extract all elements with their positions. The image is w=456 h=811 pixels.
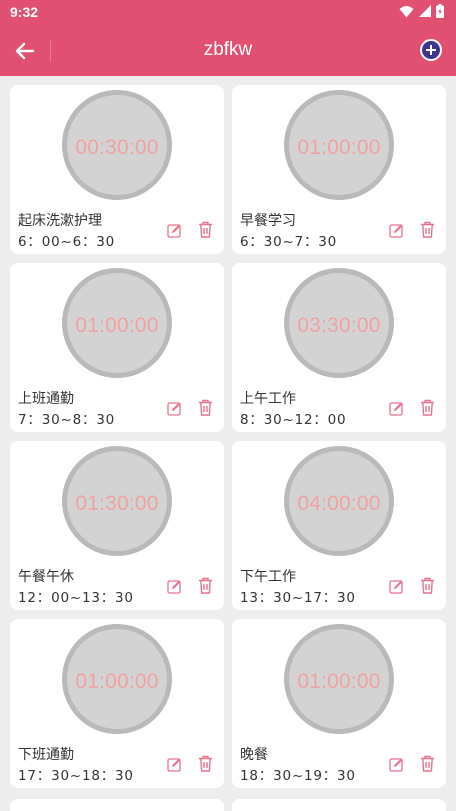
timer-dial-face: 01:00:00 — [67, 629, 167, 729]
delete-icon[interactable] — [198, 399, 213, 416]
edit-icon[interactable] — [167, 223, 182, 238]
schedule-time-range: 6：00~6：30 — [18, 234, 116, 250]
timer-dial-face: 00:30:00 — [67, 95, 167, 195]
status-icons — [399, 4, 444, 18]
edit-icon[interactable] — [167, 401, 182, 416]
schedule-card[interactable]: 01:00:00 下班通勤 17：30~18：30 — [10, 619, 224, 788]
schedule-grid: 00:30:00 起床洗漱护理 6：00~6：30 01:00:00 早餐学习 … — [10, 85, 446, 788]
signal-icon — [419, 5, 431, 17]
page-title: zbfkw — [203, 39, 253, 60]
schedule-card-partial[interactable] — [10, 799, 224, 811]
delete-icon[interactable] — [420, 755, 435, 772]
schedule-name: 上午工作 — [240, 391, 296, 407]
timer-dial-face: 03:30:00 — [289, 273, 389, 373]
schedule-card[interactable]: 01:30:00 午餐午休 12：00~13：30 — [10, 441, 224, 610]
schedule-card[interactable]: 00:30:00 起床洗漱护理 6：00~6：30 — [10, 85, 224, 254]
duration-label: 01:00:00 — [75, 314, 159, 337]
schedule-card[interactable]: 04:00:00 下午工作 13：30~17：30 — [232, 441, 446, 610]
schedule-name: 午餐午休 — [18, 569, 74, 585]
timer-dial-face: 01:00:00 — [289, 95, 389, 195]
schedule-card[interactable]: 01:00:00 早餐学习 6：30~7：30 — [232, 85, 446, 254]
edit-icon[interactable] — [389, 757, 404, 772]
delete-icon[interactable] — [420, 399, 435, 416]
timer-dial: 03:30:00 — [284, 268, 394, 378]
next-row-peek — [10, 799, 446, 811]
schedule-card[interactable]: 01:00:00 晚餐 18：30~19：30 — [232, 619, 446, 788]
schedule-name: 起床洗漱护理 — [18, 213, 102, 229]
battery-icon — [436, 4, 444, 18]
schedule-card[interactable]: 03:30:00 上午工作 8：30~12：00 — [232, 263, 446, 432]
top-app-bar: 9:32 zbfkw — [0, 0, 456, 76]
edit-icon[interactable] — [167, 757, 182, 772]
schedule-card-partial[interactable] — [232, 799, 446, 811]
schedule-time-range: 18：30~19：30 — [240, 768, 356, 784]
timer-dial-face: 01:00:00 — [67, 273, 167, 373]
schedule-time-range: 12：00~13：30 — [18, 590, 134, 606]
duration-label: 01:30:00 — [75, 492, 159, 515]
delete-icon[interactable] — [198, 755, 213, 772]
duration-label: 01:00:00 — [297, 670, 381, 693]
duration-label: 01:00:00 — [297, 136, 381, 159]
timer-dial-face: 01:30:00 — [67, 451, 167, 551]
duration-label: 03:30:00 — [297, 314, 381, 337]
schedule-time-range: 17：30~18：30 — [18, 768, 134, 784]
app-bar: zbfkw — [0, 26, 456, 76]
wifi-icon — [399, 5, 414, 17]
timer-dial: 01:00:00 — [284, 624, 394, 734]
timer-dial-face: 01:00:00 — [289, 629, 389, 729]
edit-icon[interactable] — [167, 579, 182, 594]
timer-dial: 01:00:00 — [284, 90, 394, 200]
delete-icon[interactable] — [198, 221, 213, 238]
duration-label: 00:30:00 — [75, 136, 159, 159]
status-bar: 9:32 — [0, 0, 456, 26]
delete-icon[interactable] — [420, 221, 435, 238]
schedule-time-range: 13：30~17：30 — [240, 590, 356, 606]
timer-dial: 00:30:00 — [62, 90, 172, 200]
delete-icon[interactable] — [420, 577, 435, 594]
edit-icon[interactable] — [389, 401, 404, 416]
duration-label: 04:00:00 — [297, 492, 381, 515]
edit-icon[interactable] — [389, 223, 404, 238]
timer-dial: 04:00:00 — [284, 446, 394, 556]
timer-dial: 01:00:00 — [62, 624, 172, 734]
schedule-time-range: 8：30~12：00 — [240, 412, 347, 428]
add-plus-icon[interactable] — [420, 39, 442, 61]
timer-dial: 01:00:00 — [62, 268, 172, 378]
schedule-name: 晚餐 — [240, 747, 268, 763]
schedule-time-range: 7：30~8：30 — [18, 412, 116, 428]
edit-icon[interactable] — [389, 579, 404, 594]
timer-dial: 01:30:00 — [62, 446, 172, 556]
schedule-name: 上班通勤 — [18, 391, 74, 407]
status-time: 9:32 — [10, 4, 39, 20]
schedule-name: 下午工作 — [240, 569, 296, 585]
schedule-card[interactable]: 01:00:00 上班通勤 7：30~8：30 — [10, 263, 224, 432]
duration-label: 01:00:00 — [75, 670, 159, 693]
schedule-time-range: 6：30~7：30 — [240, 234, 338, 250]
timer-dial-face: 04:00:00 — [289, 451, 389, 551]
schedule-name: 下班通勤 — [18, 747, 74, 763]
schedule-name: 早餐学习 — [240, 213, 296, 229]
delete-icon[interactable] — [198, 577, 213, 594]
